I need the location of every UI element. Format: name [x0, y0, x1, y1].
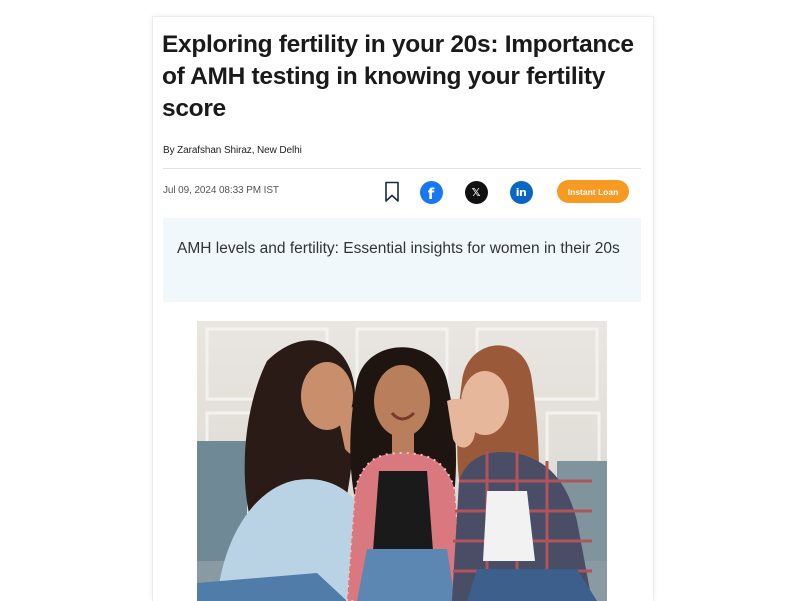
bookmark-button[interactable] — [376, 176, 408, 208]
facebook-glyph: f — [427, 184, 435, 203]
linkedin-icon: in — [509, 180, 533, 204]
article-summary-box: AMH levels and fertility: Essential insi… — [163, 218, 641, 302]
linkedin-glyph: in — [515, 185, 527, 199]
article-card: Exploring fertility in your 20s: Importa… — [152, 16, 654, 601]
x-icon: 𝕏 — [464, 180, 488, 204]
bookmark-icon — [385, 181, 399, 202]
linkedin-share-button[interactable]: in — [505, 176, 537, 208]
hero-image — [197, 321, 607, 601]
facebook-share-button[interactable]: f — [415, 176, 447, 208]
article-byline: By Zarafshan Shiraz, New Delhi — [163, 145, 302, 156]
article-headline: Exploring fertility in your 20s: Importa… — [162, 31, 634, 122]
x-glyph: 𝕏 — [471, 185, 481, 199]
hero-photo — [197, 321, 607, 601]
publish-date: Jul 09, 2024 08:33 PM IST — [163, 185, 279, 196]
article-meta-row: Jul 09, 2024 08:33 PM IST f 𝕏 in Instant… — [163, 176, 641, 208]
x-share-button[interactable]: 𝕏 — [460, 176, 492, 208]
divider — [163, 168, 641, 169]
article-summary: AMH levels and fertility: Essential insi… — [177, 240, 620, 257]
instant-loan-button[interactable]: Instant Loan — [557, 180, 629, 203]
facebook-icon: f — [419, 180, 443, 204]
